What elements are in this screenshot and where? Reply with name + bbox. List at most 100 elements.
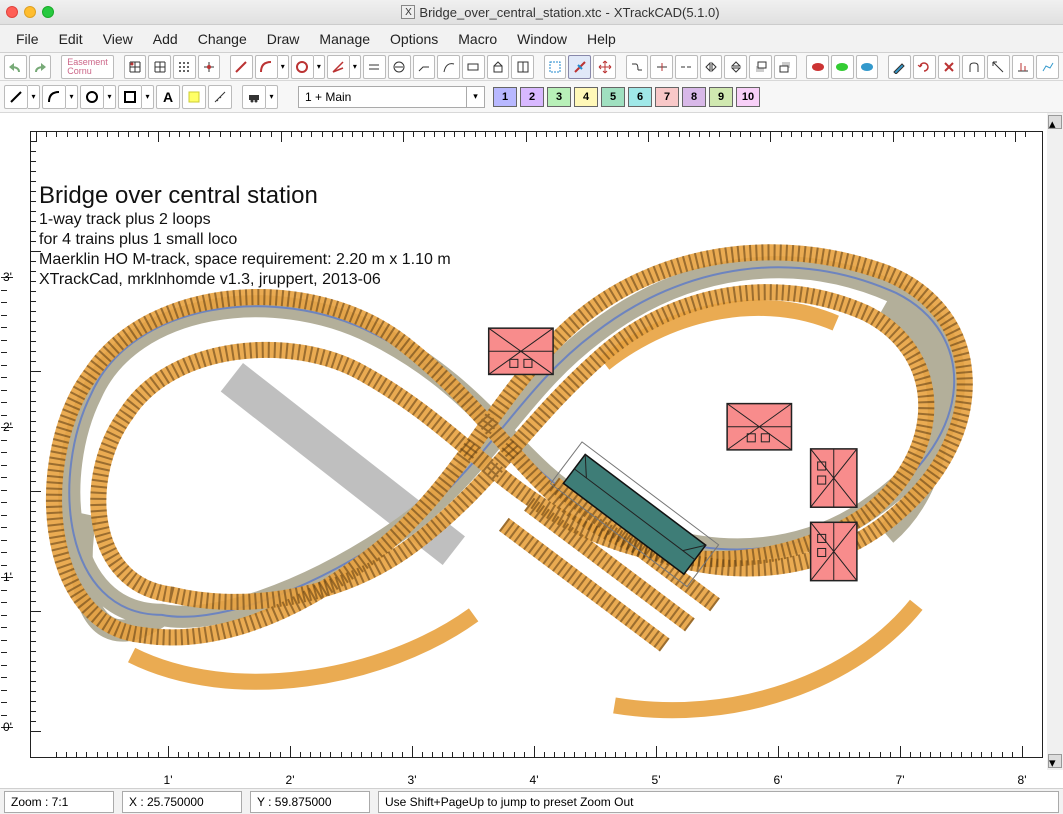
layout-line1: 1-way track plus 2 loops [39, 210, 451, 230]
grid-dots-button[interactable] [173, 55, 196, 79]
layer-button-3[interactable]: 3 [547, 87, 571, 107]
flip-h-button[interactable] [700, 55, 723, 79]
ruler-y-label: 0' [3, 720, 12, 734]
helix-button[interactable] [462, 55, 485, 79]
layer-button-5[interactable]: 5 [601, 87, 625, 107]
color-train1-button[interactable] [806, 55, 829, 79]
menu-draw[interactable]: Draw [257, 27, 310, 51]
layer-button-8[interactable]: 8 [682, 87, 706, 107]
train-dropdown[interactable]: ▾ [266, 85, 278, 109]
x-coord-display: X : 25.750000 [122, 791, 242, 813]
rotate-button[interactable] [913, 55, 936, 79]
menu-view[interactable]: View [93, 27, 143, 51]
grid-toggle-button[interactable] [148, 55, 171, 79]
vertical-scrollbar[interactable]: ▴ ▾ [1047, 113, 1063, 770]
ruler-x-label: 4' [530, 773, 539, 787]
move-button[interactable] [593, 55, 616, 79]
text-button[interactable]: A [156, 85, 180, 109]
poly-button[interactable] [118, 85, 142, 109]
circle-draw-button[interactable] [80, 85, 104, 109]
status-message: Use Shift+PageUp to jump to preset Zoom … [378, 791, 1059, 813]
ruler-x-label: 3' [408, 773, 417, 787]
delete-button[interactable] [938, 55, 961, 79]
toolbar-main: EasementCornu ▾ ▾ ▾ [0, 53, 1063, 81]
elevation-button[interactable] [1012, 55, 1035, 79]
parallel-button[interactable] [363, 55, 386, 79]
snap-enable-button[interactable] [198, 55, 221, 79]
line-dropdown[interactable]: ▾ [28, 85, 40, 109]
drawing-paper[interactable]: Bridge over central station 1-way track … [30, 131, 1043, 758]
scroll-down-icon[interactable]: ▾ [1048, 754, 1062, 768]
curve-draw-dropdown[interactable]: ▾ [66, 85, 78, 109]
curve-draw-button[interactable] [42, 85, 66, 109]
menu-edit[interactable]: Edit [49, 27, 93, 51]
layer-button-9[interactable]: 9 [709, 87, 733, 107]
menu-options[interactable]: Options [380, 27, 448, 51]
flip-v-button[interactable] [724, 55, 747, 79]
doc-title: Bridge_over_central_station.xtc [419, 5, 601, 20]
note-button[interactable] [182, 85, 206, 109]
handlaid-button[interactable] [413, 55, 436, 79]
curved-track-button[interactable] [255, 55, 278, 79]
layer-select-input[interactable] [299, 87, 466, 107]
train-button[interactable] [242, 85, 266, 109]
select-button[interactable] [544, 55, 567, 79]
maximize-icon[interactable] [42, 6, 54, 18]
menu-manage[interactable]: Manage [309, 27, 380, 51]
below-button[interactable] [774, 55, 797, 79]
layer-button-2[interactable]: 2 [520, 87, 544, 107]
circle-track-button[interactable] [291, 55, 314, 79]
layout-title: Bridge over central station [39, 182, 451, 210]
curved-track-dropdown[interactable]: ▾ [278, 55, 289, 79]
ruler-button[interactable] [208, 85, 232, 109]
ruler-x-label: 2' [286, 773, 295, 787]
block-button[interactable] [511, 55, 534, 79]
straight-track-button[interactable] [230, 55, 253, 79]
turnout-dropdown[interactable]: ▾ [350, 55, 361, 79]
split-button[interactable] [650, 55, 673, 79]
turnout-button[interactable] [327, 55, 350, 79]
easement-button[interactable]: EasementCornu [61, 55, 114, 79]
layout-line3: Maerklin HO M-track, space requirement: … [39, 250, 451, 270]
structure-button[interactable] [487, 55, 510, 79]
scroll-up-icon[interactable]: ▴ [1048, 115, 1062, 129]
tunnel-button[interactable] [962, 55, 985, 79]
connect-button[interactable] [675, 55, 698, 79]
scale-button[interactable] [987, 55, 1010, 79]
modify-button[interactable] [568, 55, 591, 79]
layer-button-4[interactable]: 4 [574, 87, 598, 107]
caret-down-icon[interactable]: ▾ [466, 87, 484, 107]
join-button[interactable] [626, 55, 649, 79]
zoom-display: Zoom : 7:1 [4, 791, 114, 813]
menu-window[interactable]: Window [507, 27, 577, 51]
menu-macro[interactable]: Macro [448, 27, 507, 51]
layer-button-10[interactable]: 10 [736, 87, 760, 107]
circle-draw-dropdown[interactable]: ▾ [104, 85, 116, 109]
menu-help[interactable]: Help [577, 27, 626, 51]
close-icon[interactable] [6, 6, 18, 18]
snap-grid-button[interactable] [124, 55, 147, 79]
describe-button[interactable] [888, 55, 911, 79]
color-train2-button[interactable] [831, 55, 854, 79]
canvas-area[interactable]: ▴ ▾ [0, 113, 1063, 788]
undo-button[interactable] [4, 55, 27, 79]
circle-track-dropdown[interactable]: ▾ [314, 55, 325, 79]
layer-button-7[interactable]: 7 [655, 87, 679, 107]
redo-button[interactable] [29, 55, 52, 79]
above-button[interactable] [749, 55, 772, 79]
building-1 [489, 328, 553, 374]
layer-button-1[interactable]: 1 [493, 87, 517, 107]
turntable-button[interactable] [388, 55, 411, 79]
menu-add[interactable]: Add [143, 27, 188, 51]
color-train3-button[interactable] [856, 55, 879, 79]
line-button[interactable] [4, 85, 28, 109]
cornu-button[interactable] [437, 55, 460, 79]
menu-change[interactable]: Change [188, 27, 257, 51]
poly-dropdown[interactable]: ▾ [142, 85, 154, 109]
layer-select[interactable]: ▾ [298, 86, 485, 108]
minimize-icon[interactable] [24, 6, 36, 18]
ruler-y-label: 3' [3, 270, 12, 284]
profile-button[interactable] [1036, 55, 1059, 79]
layer-button-6[interactable]: 6 [628, 87, 652, 107]
menu-file[interactable]: File [6, 27, 49, 51]
